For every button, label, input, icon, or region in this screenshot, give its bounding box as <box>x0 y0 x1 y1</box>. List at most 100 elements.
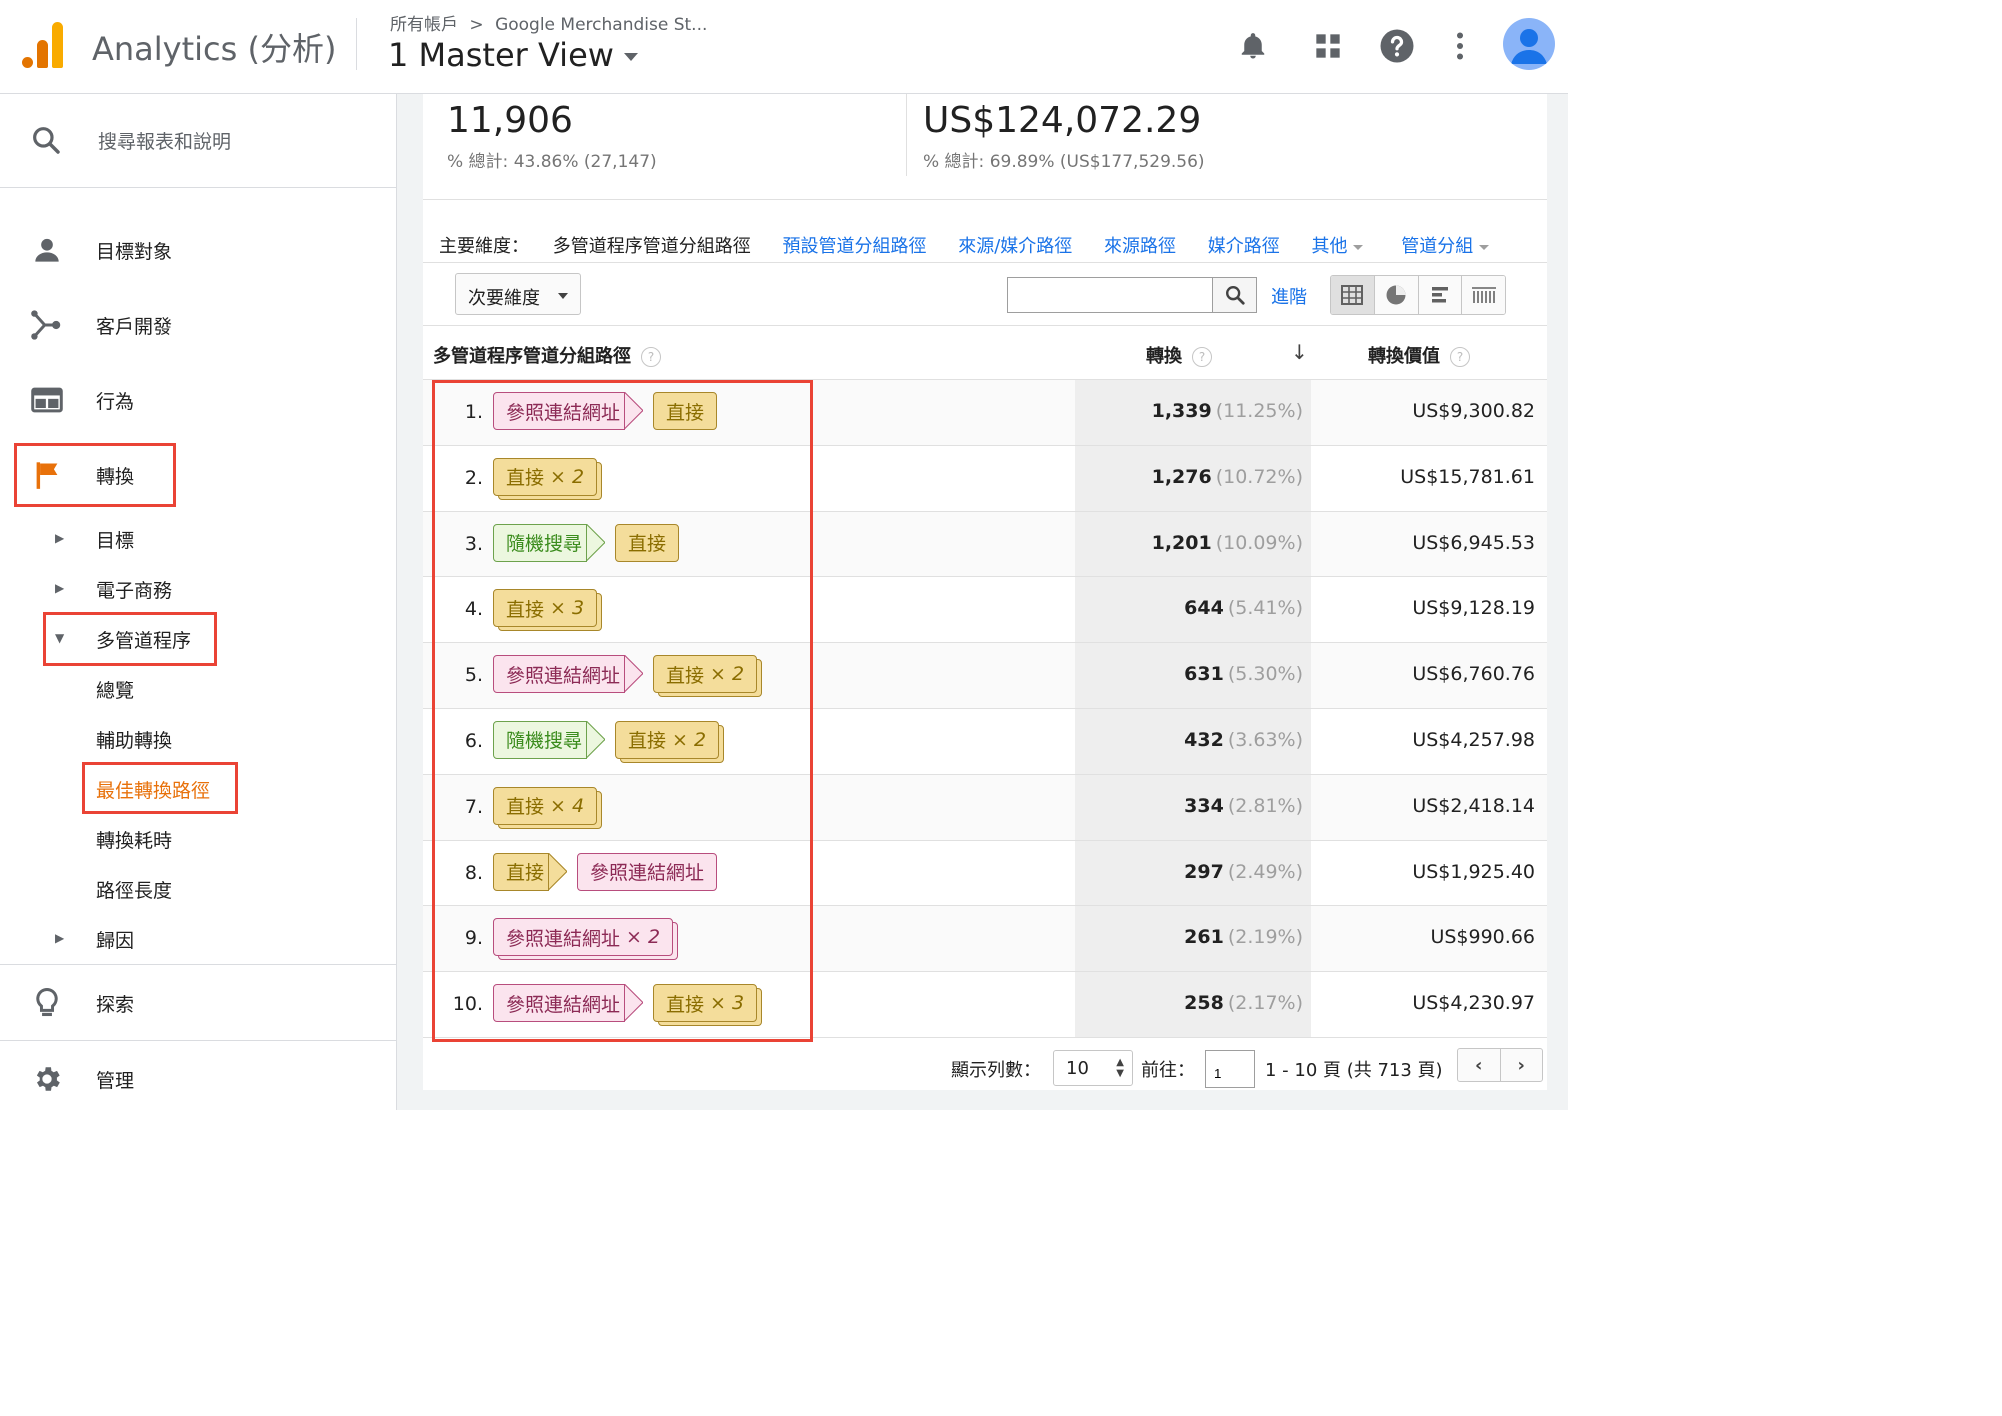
bar-view-button[interactable] <box>1418 276 1463 314</box>
sidebar-sub-goals[interactable]: ▶ 目標 <box>0 518 397 558</box>
table-view-toggle <box>1330 275 1506 315</box>
column-header-conversions-label: 轉換 <box>1146 346 1182 367</box>
conversions-value: 1,276 <box>1151 465 1212 488</box>
rows-per-page-value: 10 <box>1066 1058 1089 1079</box>
conversion-value-cell: US$2,418.14 <box>1412 794 1535 817</box>
conversion-value-cell: US$9,128.19 <box>1412 597 1535 620</box>
caret-down-icon <box>623 53 638 61</box>
sidebar-sub-overview[interactable]: 總覽 <box>0 668 397 708</box>
conversions-percent: (2.17%) <box>1227 992 1303 1015</box>
conversions-percent: (2.81%) <box>1227 794 1303 817</box>
sidebar-sub-time-lag[interactable]: 轉換耗時 <box>0 818 397 858</box>
page-nav: ‹ › <box>1457 1048 1543 1082</box>
help-circle-icon[interactable]: ? <box>1192 347 1212 367</box>
prev-page-icon[interactable]: ‹ <box>1458 1049 1501 1081</box>
breadcrumb[interactable]: 所有帳戶 > Google Merchandise St... <box>390 10 707 35</box>
rows-per-page-select[interactable]: 10 ▲ ▼ <box>1053 1050 1133 1086</box>
sidebar-sub-label: 歸因 <box>96 930 135 952</box>
table-view-button[interactable] <box>1331 276 1375 314</box>
lightbulb-icon <box>30 987 64 1019</box>
table-search-input[interactable] <box>1007 277 1213 313</box>
conversions-value: 297 <box>1184 860 1224 883</box>
sidebar-item-label: 探索 <box>96 994 135 1016</box>
sidebar-sub-attribution[interactable]: ▶ 歸因 <box>0 918 397 958</box>
channel-group-dropdown[interactable]: 管道分組 <box>1401 236 1490 257</box>
sidebar-item-audience[interactable]: 目標對象 <box>0 225 397 275</box>
bar-chart-icon <box>1431 287 1448 303</box>
highlight-conversions <box>14 443 176 507</box>
dimension-link-source-medium[interactable]: 來源/媒介路徑 <box>958 236 1072 257</box>
conversions-cell: 334 (2.81%) <box>1075 795 1303 817</box>
apps-grid-icon[interactable] <box>1308 26 1348 66</box>
analytics-logo-icon[interactable] <box>22 22 64 68</box>
dimension-link-default-channel[interactable]: 預設管道分組路徑 <box>782 236 926 257</box>
highlight-conversion-paths <box>432 380 813 1042</box>
conversion-value-cell: US$4,257.98 <box>1412 728 1535 751</box>
left-sidebar: 搜尋報表和說明 目標對象 客戶開發 行為 轉換 ▶ 目標 ▶ 電子商務 ▼ 多管… <box>0 94 397 1110</box>
sidebar-sub-assisted-conversions[interactable]: 輔助轉換 <box>0 718 397 758</box>
pagination-bar: 顯示列數： 10 ▲▼ 前往： 1 - 10 頁 (共 713 頁) ‹ › <box>423 1044 1547 1090</box>
sidebar-item-label: 客戶開發 <box>96 316 173 338</box>
sidebar-search[interactable]: 搜尋報表和說明 <box>0 94 397 188</box>
sort-descending-icon[interactable]: ↓ <box>1291 340 1308 364</box>
pie-chart-icon <box>1386 285 1406 305</box>
sidebar-item-behavior[interactable]: 行為 <box>0 375 397 425</box>
breadcrumb-property[interactable]: Google Merchandise St... <box>495 15 707 35</box>
view-selector[interactable]: 1 Master View <box>388 36 638 74</box>
header-divider <box>356 18 357 70</box>
conversions-percent: (2.19%) <box>1227 926 1303 949</box>
column-header-conversion-value[interactable]: 轉換價值? <box>1368 342 1470 368</box>
column-header-path[interactable]: 多管道程序管道分組路徑? <box>433 342 661 368</box>
expand-arrow-icon: ▶ <box>55 531 65 545</box>
help-circle-icon[interactable]: ? <box>641 347 661 367</box>
table-toolbar: 次要維度 進階 <box>423 262 1547 326</box>
conversions-cell: 1,201 (10.09%) <box>1075 532 1303 554</box>
summary-conversion-value: US$124,072.29 % 總計: 69.89% (US$177,529.5… <box>923 100 1205 172</box>
sidebar-sub-ecommerce[interactable]: ▶ 電子商務 <box>0 568 397 608</box>
primary-dimension-current: 多管道程序管道分組路徑 <box>552 236 751 257</box>
primary-dimension-row: 主要維度： 多管道程序管道分組路徑 預設管道分組路徑 來源/媒介路徑 來源路徑 … <box>439 232 1515 258</box>
column-header-conversions[interactable]: 轉換? <box>1146 342 1212 368</box>
goto-page-input[interactable] <box>1205 1050 1255 1088</box>
breadcrumb-root[interactable]: 所有帳戶 <box>390 15 458 35</box>
conversions-cell: 432 (3.63%) <box>1075 729 1303 751</box>
conversion-value-cell: US$990.66 <box>1430 926 1535 949</box>
sidebar-sub-label: 總覽 <box>96 680 135 702</box>
acquisition-icon <box>30 309 64 341</box>
sidebar-sub-path-length[interactable]: 路徑長度 <box>0 868 397 908</box>
advanced-filter-link[interactable]: 進階 <box>1271 283 1307 309</box>
more-vert-icon[interactable] <box>1440 26 1480 66</box>
search-icon <box>30 124 62 160</box>
dimension-link-source[interactable]: 來源路徑 <box>1104 236 1176 257</box>
user-avatar[interactable] <box>1503 18 1555 70</box>
pie-view-button[interactable] <box>1374 276 1419 314</box>
table-search-button[interactable] <box>1213 277 1257 313</box>
summary-conversions: 11,906 % 總計: 43.86% (27,147) <box>447 100 657 172</box>
dimension-other-label: 其他 <box>1311 236 1348 257</box>
summary-value-value: US$124,072.29 <box>923 100 1202 141</box>
comparison-icon <box>1471 287 1496 303</box>
table-header: 多管道程序管道分組路徑? 轉換? ↓ 轉換價值? <box>423 326 1547 380</box>
dimension-link-medium[interactable]: 媒介路徑 <box>1208 236 1280 257</box>
sidebar-item-admin[interactable]: 管理 <box>0 1054 397 1104</box>
conversions-cell: 644 (5.41%) <box>1075 597 1303 619</box>
goto-label: 前往： <box>1141 1060 1195 1081</box>
sidebar-sub-label: 路徑長度 <box>96 880 173 902</box>
conversions-percent: (5.41%) <box>1227 597 1303 620</box>
conversion-value-cell: US$15,781.61 <box>1400 465 1535 488</box>
sidebar-item-acquisition[interactable]: 客戶開發 <box>0 300 397 350</box>
page-range-text: 1 - 10 頁 (共 713 頁) <box>1265 1060 1443 1081</box>
conversions-percent: (5.30%) <box>1227 663 1303 686</box>
next-page-icon[interactable]: › <box>1501 1049 1543 1081</box>
sidebar-item-discover[interactable]: 探索 <box>0 978 397 1028</box>
help-icon[interactable] <box>1377 26 1417 66</box>
dimension-other-dropdown[interactable]: 其他 <box>1311 236 1364 257</box>
secondary-dimension-dropdown[interactable]: 次要維度 <box>455 273 581 315</box>
updown-icon: ▲ ▼ <box>1116 1057 1124 1079</box>
help-circle-icon[interactable]: ? <box>1450 347 1470 367</box>
comparison-view-button[interactable] <box>1462 276 1505 314</box>
expand-arrow-icon: ▶ <box>55 581 65 595</box>
conversions-cell: 258 (2.17%) <box>1075 992 1303 1014</box>
caret-down-icon <box>1353 244 1364 250</box>
bell-icon[interactable] <box>1233 26 1273 66</box>
